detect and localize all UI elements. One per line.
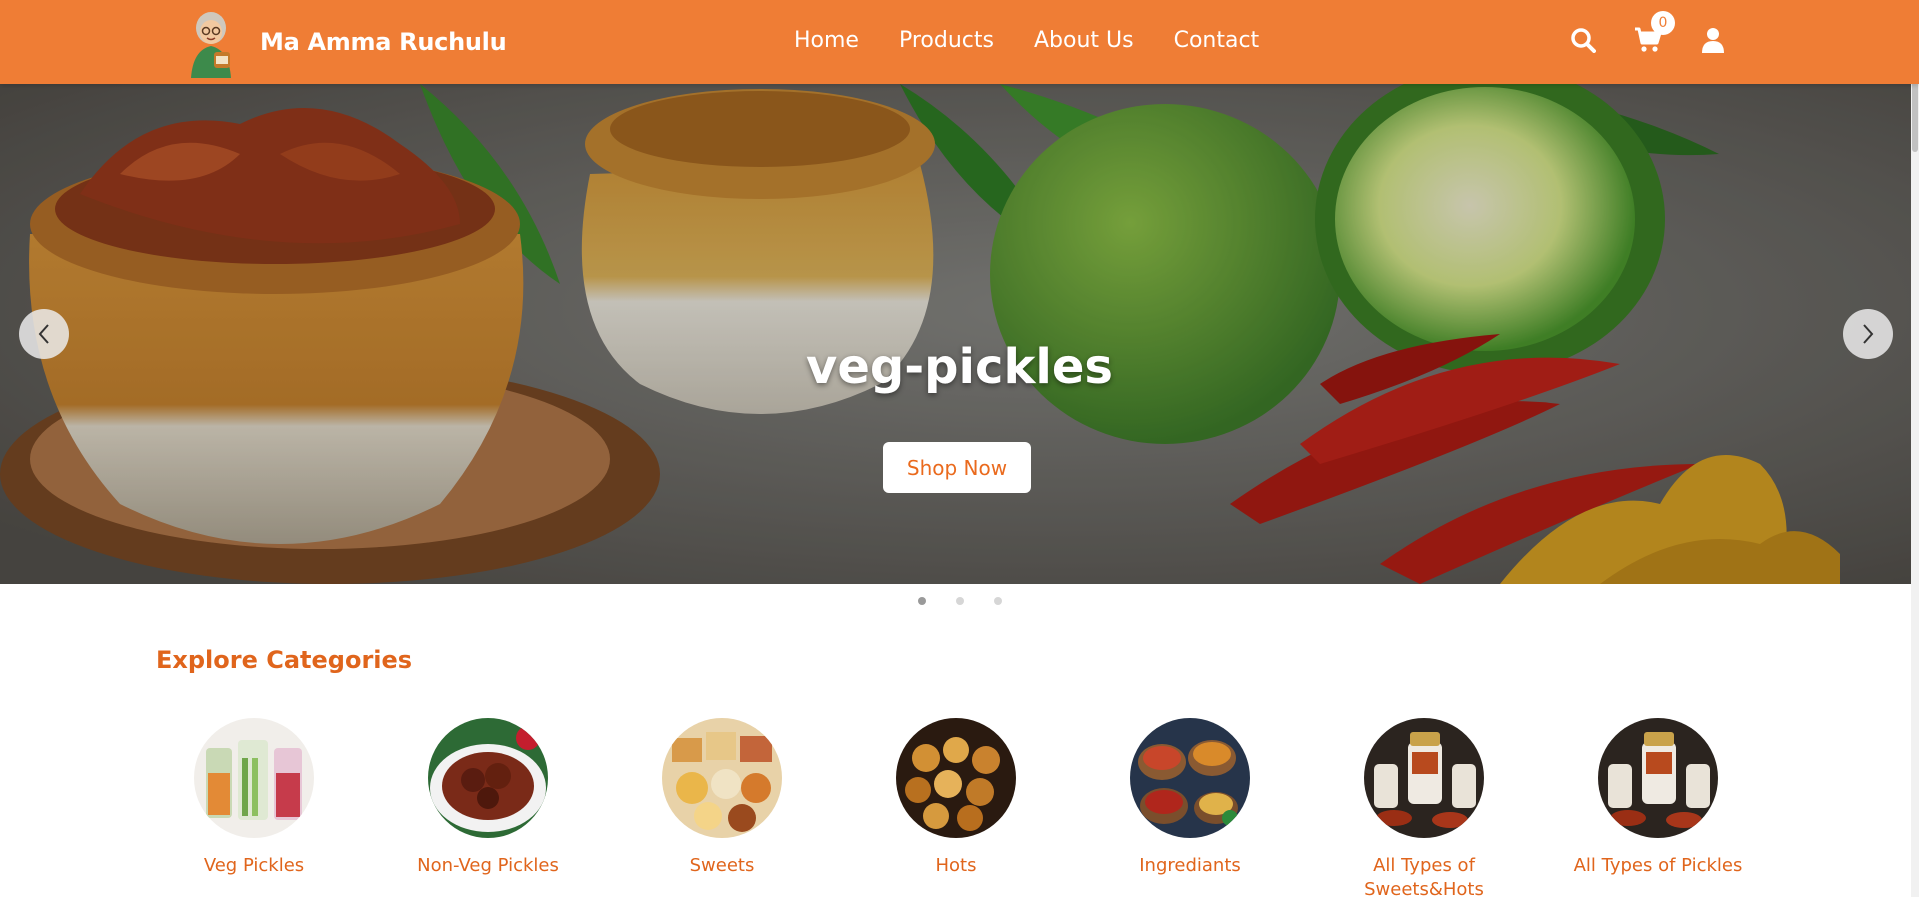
category-label: Non-Veg Pickles bbox=[417, 855, 559, 876]
user-icon[interactable] bbox=[1698, 25, 1728, 55]
category-image bbox=[662, 718, 782, 838]
category-all-sweets-hots[interactable]: All Types of Sweets&Hots bbox=[1324, 718, 1524, 897]
category-image bbox=[896, 718, 1016, 838]
header-actions: 0 bbox=[1568, 0, 1728, 80]
category-veg-pickles[interactable]: Veg Pickles bbox=[154, 718, 354, 878]
carousel-dot-1[interactable] bbox=[917, 597, 926, 605]
category-label: All Types of Sweets&Hots bbox=[1364, 855, 1484, 897]
category-label: Hots bbox=[935, 855, 977, 876]
carousel-next-button[interactable] bbox=[1843, 309, 1893, 359]
category-image bbox=[194, 718, 314, 838]
grandmother-logo-icon bbox=[181, 6, 241, 78]
chevron-left-icon bbox=[38, 324, 49, 344]
category-label: All Types of Pickles bbox=[1573, 855, 1743, 876]
brand[interactable]: Ma Amma Ruchulu bbox=[181, 4, 507, 80]
category-label: Ingrediants bbox=[1139, 855, 1241, 876]
carousel-prev-button[interactable] bbox=[19, 309, 69, 359]
nav-products[interactable]: Products bbox=[899, 28, 994, 53]
search-icon[interactable] bbox=[1568, 25, 1598, 55]
carousel-indicators bbox=[0, 597, 1919, 605]
category-all-pickles[interactable]: All Types of Pickles bbox=[1558, 718, 1758, 878]
nav-home[interactable]: Home bbox=[794, 28, 859, 53]
brand-name: Ma Amma Ruchulu bbox=[260, 28, 507, 56]
site-header: Ma Amma Ruchulu Home Products About Us C… bbox=[0, 0, 1919, 84]
cart-count-badge: 0 bbox=[1651, 11, 1675, 35]
categories-heading: Explore Categories bbox=[156, 646, 413, 674]
shop-now-button[interactable]: Shop Now bbox=[883, 442, 1031, 493]
category-label: Veg Pickles bbox=[203, 855, 305, 876]
category-image bbox=[1364, 718, 1484, 838]
main-nav: Home Products About Us Contact bbox=[794, 0, 1259, 80]
carousel-dot-3[interactable] bbox=[993, 597, 1002, 605]
chevron-right-icon bbox=[1863, 324, 1874, 344]
category-ingrediants[interactable]: Ingrediants bbox=[1090, 718, 1290, 878]
category-image bbox=[428, 718, 548, 838]
nav-about-us[interactable]: About Us bbox=[1034, 28, 1134, 53]
page-scrollbar[interactable] bbox=[1911, 0, 1919, 897]
hero-slide-image bbox=[0, 84, 1919, 584]
category-image bbox=[1130, 718, 1250, 838]
hero-carousel: veg-pickles Shop Now bbox=[0, 84, 1919, 584]
cart-icon[interactable]: 0 bbox=[1633, 11, 1675, 55]
category-label: Sweets bbox=[689, 855, 755, 876]
category-image bbox=[1598, 718, 1718, 838]
category-non-veg-pickles[interactable]: Non-Veg Pickles bbox=[388, 718, 588, 878]
nav-contact[interactable]: Contact bbox=[1174, 28, 1260, 53]
category-hots[interactable]: Hots bbox=[856, 718, 1056, 878]
category-sweets[interactable]: Sweets bbox=[622, 718, 822, 878]
hero-title: veg-pickles bbox=[806, 339, 1113, 395]
carousel-dot-2[interactable] bbox=[955, 597, 964, 605]
